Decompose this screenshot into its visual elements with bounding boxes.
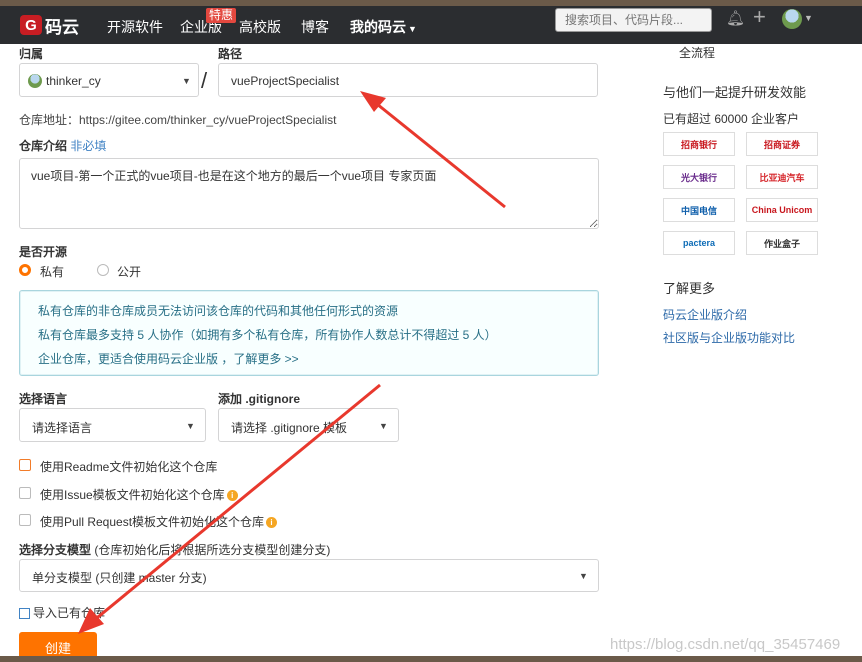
avatar[interactable] — [782, 9, 802, 29]
info-line: 私有仓库最多支持 5 人协作（如拥有多个私有仓库，所有协作人数总计不得超过 5 … — [38, 328, 497, 342]
issue-template-label[interactable]: 使用Issue模板文件初始化这个仓库 i — [40, 486, 238, 503]
enterprise-intro-link[interactable]: 码云企业版介绍 — [663, 306, 747, 323]
bell-icon[interactable]: 🔔︎ — [726, 9, 745, 27]
logo-cmb: 招商银行 — [663, 132, 735, 156]
gitee-logo[interactable]: G 码云 — [20, 12, 79, 38]
watermark: https://blog.csdn.net/qq_35457469 — [610, 636, 841, 653]
sidebar-flow-text: 全流程 — [679, 46, 716, 60]
gitignore-label: 添加 .gitignore — [218, 392, 300, 406]
info-icon[interactable]: i — [226, 490, 238, 502]
info-line-learn-more[interactable]: 企业仓库，更适合使用码云企业版 ，了解更多 >> — [38, 350, 299, 367]
owner-label: 归属 — [19, 47, 44, 61]
language-label: 选择语言 — [19, 392, 68, 406]
search-input[interactable] — [555, 8, 712, 32]
import-repo-link[interactable]: 导入已有仓库 — [19, 604, 105, 621]
intro-textarea[interactable]: vue项目-第一个正式的vue项目-也是在这个地方的最后一个vue项目 专家页面 — [19, 158, 599, 229]
nav-my-gitee-label: 我的码云 — [350, 19, 406, 35]
intro-label-text: 仓库介绍 — [19, 139, 68, 153]
taskbar-strip — [0, 656, 862, 662]
logo-unicom: China Unicom — [746, 198, 818, 222]
chevron-down-icon: ▼ — [408, 24, 417, 34]
logo-cms: 招商证券 — [746, 132, 818, 156]
path-input[interactable]: vueProjectSpecialist — [218, 63, 598, 97]
branch-label-text: 选择分支模型 — [19, 543, 92, 557]
path-value: vueProjectSpecialist — [231, 74, 340, 88]
public-label[interactable]: 公开 — [117, 263, 141, 280]
path-separator: / — [201, 68, 208, 93]
logo-pactera: pactera — [663, 231, 735, 255]
private-label[interactable]: 私有 — [40, 263, 64, 280]
nav-open-source[interactable]: 开源软件 — [107, 17, 163, 37]
language-value: 请选择语言 — [32, 421, 93, 435]
repo-url: 仓库地址：https://gitee.com/thinker_cy/vuePro… — [19, 113, 337, 127]
branch-label: 选择分支模型 (仓库初始化后将根据所选分支模型创建分支) — [19, 541, 330, 558]
private-radio[interactable] — [19, 264, 31, 276]
logo-badge: G — [20, 15, 42, 35]
info-line: 私有仓库的非仓库成员无法访问该仓库的代码和其他任何形式的资源 — [38, 304, 399, 318]
gitignore-value: 请选择 .gitignore 模板 — [231, 421, 348, 435]
import-icon — [19, 608, 30, 620]
readme-label[interactable]: 使用Readme文件初始化这个仓库 — [40, 458, 217, 475]
readme-checkbox[interactable] — [19, 459, 31, 471]
nav-university[interactable]: 高校版 — [239, 17, 281, 37]
chevron-down-icon: ▼ — [182, 76, 191, 86]
pr-template-label[interactable]: 使用Pull Request模板文件初始化这个仓库 i — [40, 513, 278, 530]
optional-tag: 非必填 — [70, 139, 107, 153]
sidebar-heading: 与他们一起提升研发效能 — [663, 85, 807, 100]
branch-hint: (仓库初始化后将根据所选分支模型创建分支) — [94, 543, 331, 557]
sidebar-customers: 已有超过 60000 企业客户 — [663, 112, 800, 126]
chevron-down-icon[interactable]: ▼ — [804, 13, 813, 23]
logo-byd: 比亚迪汽车 — [746, 165, 818, 189]
language-select[interactable]: 请选择语言 ▼ — [19, 408, 206, 442]
path-label: 路径 — [218, 47, 243, 61]
intro-label: 仓库介绍 非必填 — [19, 137, 106, 154]
plus-icon[interactable]: + — [753, 4, 766, 30]
issue-template-checkbox[interactable] — [19, 487, 31, 499]
branch-model-value: 单分支模型 (只创建 master 分支) — [32, 571, 207, 585]
chevron-down-icon: ▼ — [579, 571, 588, 581]
logo-text: 码云 — [45, 17, 79, 37]
owner-avatar — [28, 74, 42, 88]
owner-select[interactable]: thinker_cy ▼ — [19, 63, 199, 97]
gitignore-select[interactable]: 请选择 .gitignore 模板 ▼ — [218, 408, 399, 442]
open-source-label: 是否开源 — [19, 245, 68, 259]
chevron-down-icon: ▼ — [186, 421, 195, 431]
chevron-down-icon: ▼ — [379, 421, 388, 431]
owner-value: thinker_cy — [46, 74, 101, 88]
pr-template-text: 使用Pull Request模板文件初始化这个仓库 — [40, 515, 265, 529]
issue-template-text: 使用Issue模板文件初始化这个仓库 — [40, 488, 225, 502]
promo-badge: 特惠 — [206, 8, 237, 23]
import-repo-text: 导入已有仓库 — [33, 606, 106, 620]
learn-more-heading: 了解更多 — [663, 281, 716, 296]
branch-model-select[interactable]: 单分支模型 (只创建 master 分支) ▼ — [19, 559, 599, 592]
nav-blog[interactable]: 博客 — [301, 17, 329, 37]
logo-zuoyehezi: 作业盒子 — [746, 231, 818, 255]
private-info-box: 私有仓库的非仓库成员无法访问该仓库的代码和其他任何形式的资源 私有仓库最多支持 … — [19, 290, 599, 376]
logo-telecom: 中国电信 — [663, 198, 735, 222]
logo-ceb: 光大银行 — [663, 165, 735, 189]
nav-my-gitee[interactable]: 我的码云 ▼ — [350, 17, 417, 37]
compare-link[interactable]: 社区版与企业版功能对比 — [663, 329, 795, 346]
public-radio[interactable] — [97, 264, 109, 276]
info-icon[interactable]: i — [266, 517, 278, 529]
pr-template-checkbox[interactable] — [19, 514, 31, 526]
